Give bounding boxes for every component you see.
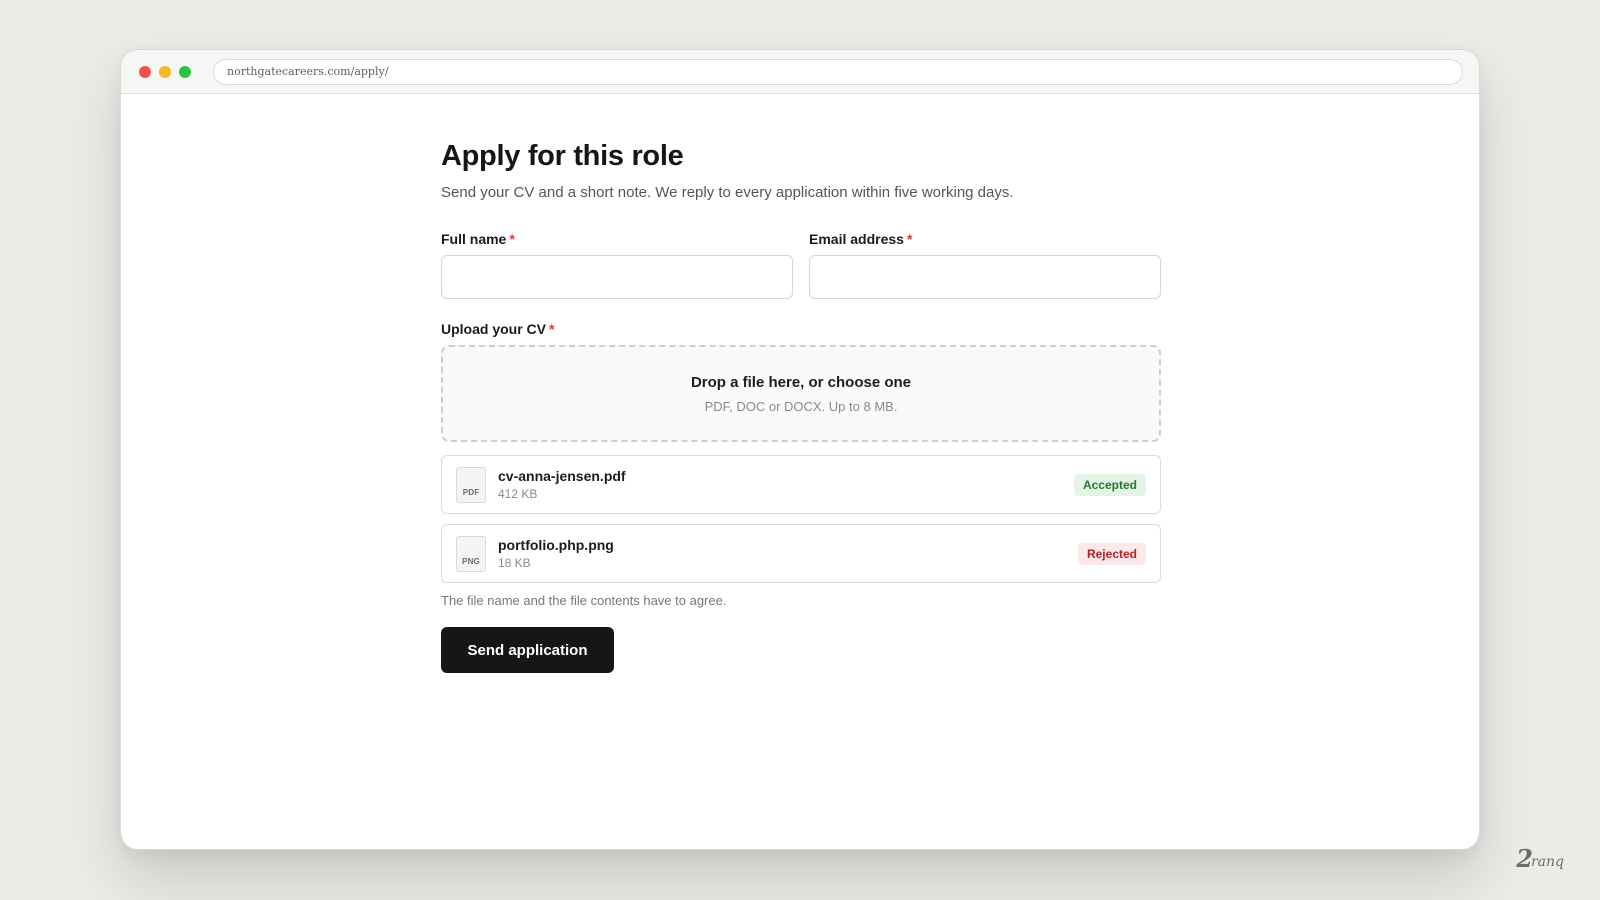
address-bar-url: northgatecareers.com/apply/ (227, 65, 389, 78)
helper-text: The file name and the file contents have… (441, 593, 727, 608)
status-badge-accepted: Accepted (1073, 473, 1146, 496)
file-meta: cv-anna-jensen.pdf 412 KB (498, 467, 1074, 502)
browser-titlebar: northgatecareers.com/apply/ (121, 50, 1479, 94)
send-application-button[interactable]: Send application (441, 627, 614, 673)
pdf-file-icon: PDF (456, 466, 486, 503)
application-form: Apply for this role Send your CV and a s… (441, 94, 1161, 673)
uploaded-file-row: PDF cv-anna-jensen.pdf 412 KB Accepted (441, 455, 1161, 514)
file-name: portfolio.php.png (498, 537, 614, 553)
file-name: cv-anna-jensen.pdf (498, 468, 626, 484)
minimize-window-button[interactable] (159, 65, 171, 78)
status-badge-rejected: Rejected (1077, 542, 1146, 565)
dropzone-title: Drop a file here, or choose one (690, 373, 912, 391)
address-bar[interactable]: northgatecareers.com/apply/ (213, 58, 1463, 85)
file-meta: portfolio.php.png 18 KB (498, 536, 1078, 571)
required-marker: * (549, 321, 555, 337)
maximize-window-button[interactable] (179, 65, 191, 78)
full-name-label: Full name * (441, 231, 515, 247)
page-subtitle: Send your CV and a short note. We reply … (441, 184, 1014, 201)
email-label: Email address * (809, 231, 913, 247)
watermark-logo: 2 ranq (1516, 844, 1564, 873)
page-title: Apply for this role (441, 140, 684, 172)
required-marker: * (509, 231, 515, 247)
browser-window: northgatecareers.com/apply/ Apply for th… (120, 49, 1480, 850)
file-dropzone[interactable]: Drop a file here, or choose one PDF, DOC… (441, 345, 1161, 442)
email-input[interactable] (809, 255, 1161, 299)
png-file-icon: PNG (456, 535, 486, 572)
file-size: 412 KB (498, 487, 538, 501)
full-name-field: Full name * (441, 230, 793, 299)
email-field: Email address * (809, 230, 1161, 299)
required-marker: * (906, 231, 913, 247)
dropzone-hint: PDF, DOC or DOCX. Up to 8 MB. (704, 398, 898, 414)
contact-fields-row: Full name * Email address * (441, 230, 1161, 299)
full-name-input[interactable] (441, 255, 793, 299)
uploaded-file-row: PNG portfolio.php.png 18 KB Rejected (441, 524, 1161, 583)
upload-cv-label: Upload your CV * (441, 321, 555, 337)
file-size: 18 KB (498, 556, 531, 570)
close-window-button[interactable] (139, 65, 151, 78)
